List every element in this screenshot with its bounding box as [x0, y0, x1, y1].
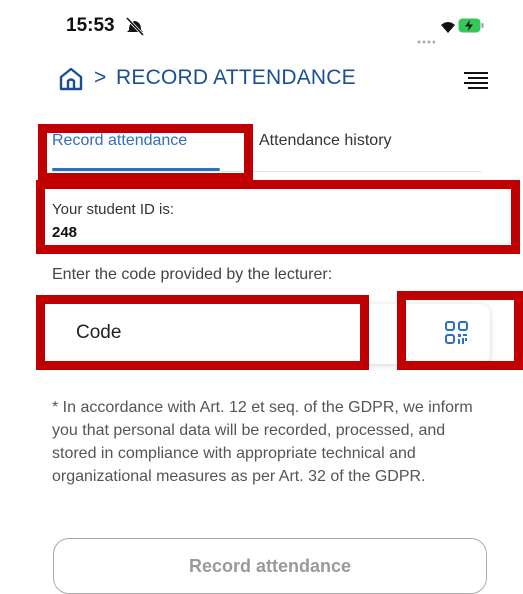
status-time: 15:53 — [66, 15, 115, 36]
code-prompt: Enter the code provided by the lecturer: — [52, 266, 333, 283]
highlight-box-code-input — [36, 295, 369, 370]
signal-icon — [417, 29, 436, 48]
highlight-box-student-id — [36, 180, 520, 254]
wifi-icon — [440, 19, 456, 38]
record-attendance-button[interactable]: Record attendance — [53, 538, 487, 594]
breadcrumb-separator: > — [94, 66, 107, 89]
highlight-box-qr-button — [397, 291, 523, 370]
highlight-box-tab — [38, 124, 253, 182]
mute-icon — [124, 16, 146, 40]
page-title: RECORD ATTENDANCE — [116, 66, 356, 89]
home-icon[interactable] — [58, 66, 84, 96]
tab-attendance-history[interactable]: Attendance history — [259, 132, 392, 150]
gdpr-notice: * In accordance with Art. 12 et seq. of … — [52, 399, 473, 485]
battery-icon — [458, 18, 484, 37]
menu-icon[interactable] — [464, 72, 488, 92]
